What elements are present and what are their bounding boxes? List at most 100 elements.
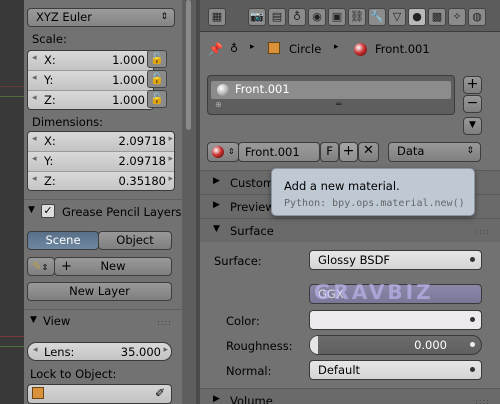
- constraints-tab-icon[interactable]: ⛓: [348, 8, 366, 26]
- eyedropper-icon[interactable]: ✐: [155, 386, 165, 400]
- grease-pencil-panel-header[interactable]: ▼ ✓ Grease Pencil Layers: [24, 199, 182, 223]
- new-grease-pencil-button[interactable]: + New: [54, 257, 172, 276]
- scale-group: ◂ X: 1.000 ▸ ◂ Y: 1.000 ▸ ◂ Z: 1.000 ▸: [27, 50, 154, 110]
- drag-grip-icon[interactable]: ::::: [157, 318, 172, 327]
- pencil-icon: ✎: [32, 259, 42, 273]
- updown-arrows-icon: ⇕: [160, 12, 168, 22]
- lock-icon[interactable]: 🔓: [147, 70, 167, 88]
- modifiers-tab-icon[interactable]: 🔧: [368, 8, 386, 26]
- scale-z-value: 1.000: [112, 93, 145, 107]
- updown-arrows-icon: ⇕: [228, 147, 235, 156]
- render-tab-icon[interactable]: 📷: [248, 8, 266, 26]
- viewport-axis-line: [0, 96, 24, 97]
- color-swatch[interactable]: [309, 310, 482, 330]
- properties-context-tabs: ▦ 📷 ▤ ♁ ◉ ▣ ⛓ 🔧 ▽ ● ▩ ✧ ◍: [200, 0, 500, 32]
- dimension-x-label: X:: [44, 134, 56, 148]
- object-tab-icon[interactable]: ▣: [328, 8, 346, 26]
- material-sphere-icon: [212, 146, 224, 158]
- object-button[interactable]: Object: [98, 231, 172, 250]
- lens-label: Lens:: [44, 345, 75, 359]
- color-label: Color:: [226, 314, 260, 328]
- preview-panel-title: Preview: [230, 200, 275, 214]
- dimension-x-field[interactable]: ◂ X: 2.09718 ▸: [28, 132, 174, 152]
- expand-list-icon[interactable]: ⊕: [215, 100, 222, 109]
- particles-tab-icon[interactable]: ✧: [448, 8, 466, 26]
- lock-icon[interactable]: 🔓: [147, 50, 167, 68]
- viewport-edge: [0, 0, 24, 404]
- volume-panel-header[interactable]: ▶ Volume ::::: [200, 388, 500, 404]
- material-name-field[interactable]: Front.001: [238, 142, 320, 162]
- new-layer-button[interactable]: New Layer: [27, 282, 172, 301]
- material-slot-name: Front.001: [235, 82, 290, 96]
- dimension-x-value: 2.09718: [118, 134, 166, 148]
- view-panel-header[interactable]: ▼ View ::::: [24, 309, 182, 333]
- slot-specials-menu[interactable]: ▼: [463, 117, 482, 135]
- surface-shader-field[interactable]: Glossy BSDF: [309, 250, 482, 270]
- fake-user-button[interactable]: F: [320, 142, 339, 162]
- expand-triangle-icon: ▶: [213, 394, 220, 404]
- resize-grip-icon[interactable]: ═: [336, 100, 341, 110]
- scale-x-field[interactable]: ◂ X: 1.000 ▸: [28, 51, 153, 71]
- world-tab-icon[interactable]: ◉: [308, 8, 326, 26]
- decrement-arrow-icon: ◂: [32, 73, 37, 83]
- physics-tab-icon[interactable]: ◍: [468, 8, 486, 26]
- remove-slot-button[interactable]: −: [463, 95, 482, 113]
- link-mode-dropdown[interactable]: Data ⇕: [388, 142, 481, 162]
- breadcrumb-arrow-icon: ▸: [250, 42, 255, 52]
- dimension-z-field[interactable]: ◂ Z: 0.35180 ▸: [28, 172, 174, 190]
- surface-panel-header[interactable]: ▼ Surface ::::: [200, 218, 500, 242]
- material-sphere-icon: [217, 84, 229, 96]
- expand-triangle-icon: ▶: [213, 200, 220, 210]
- properties-sidebar: XYZ Euler ⇕ Scale: ◂ X: 1.000 ▸ ◂ Y: 1.0…: [24, 0, 182, 404]
- grease-pencil-brush-selector[interactable]: ✎⇕: [27, 257, 55, 276]
- material-tab-icon[interactable]: ●: [408, 8, 426, 26]
- editor-type-icon[interactable]: ▦: [208, 8, 226, 26]
- sidebar-scrollbar[interactable]: [182, 0, 196, 404]
- tooltip: Add a new material. Python: bpy.ops.mate…: [271, 168, 475, 216]
- node-socket-icon: [470, 257, 475, 262]
- updown-arrows-icon: ⇕: [466, 146, 474, 156]
- view-title: View: [43, 314, 71, 328]
- add-slot-button[interactable]: +: [463, 76, 482, 94]
- watermark-text: GRAVBIZ: [314, 280, 434, 304]
- texture-tab-icon[interactable]: ▩: [428, 8, 446, 26]
- dimension-y-field[interactable]: ◂ Y: 2.09718 ▸: [28, 152, 174, 172]
- lock-to-object-label: Lock to Object:: [30, 367, 117, 381]
- new-material-button[interactable]: +: [339, 142, 358, 162]
- expand-triangle-icon: ▶: [213, 176, 220, 186]
- lock-object-field[interactable]: ✐: [27, 384, 172, 404]
- scene-button[interactable]: Scene: [27, 231, 99, 250]
- render-layers-tab-icon[interactable]: ▤: [268, 8, 286, 26]
- surface-panel-title: Surface: [230, 224, 274, 238]
- new-button-label: New: [100, 259, 126, 273]
- normal-field[interactable]: Default: [309, 360, 482, 380]
- material-slot-list: Front.001 ⊕ ═: [207, 75, 455, 115]
- drag-grip-icon[interactable]: ::::: [475, 227, 490, 236]
- increment-arrow-icon: ▸: [163, 345, 168, 355]
- material-browse-button[interactable]: ⇕: [207, 142, 239, 162]
- pin-icon[interactable]: 📌: [208, 42, 223, 56]
- grease-pencil-checkbox[interactable]: ✓: [41, 204, 55, 218]
- data-tab-icon[interactable]: ▽: [388, 8, 406, 26]
- rotation-mode-dropdown[interactable]: XYZ Euler ⇕: [27, 8, 175, 27]
- object-cube-icon: [32, 387, 44, 399]
- decrement-arrow-icon: ◂: [32, 174, 37, 184]
- unlink-material-button[interactable]: ✕: [358, 142, 379, 162]
- drag-grip-icon[interactable]: ::::: [475, 397, 490, 404]
- roughness-fill: [310, 336, 318, 354]
- material-slot-item[interactable]: Front.001: [211, 81, 451, 99]
- scale-y-field[interactable]: ◂ Y: 1.000 ▸: [28, 71, 153, 91]
- scale-z-field[interactable]: ◂ Z: 1.000 ▸: [28, 91, 153, 109]
- normal-label: Normal:: [226, 364, 272, 378]
- lens-field[interactable]: ◂ Lens: 35.000 ▸: [27, 342, 172, 361]
- node-socket-icon: [470, 317, 475, 322]
- increment-arrow-icon: ▸: [168, 154, 173, 164]
- dimensions-group: ◂ X: 2.09718 ▸ ◂ Y: 2.09718 ▸ ◂ Z: 0.351…: [27, 131, 175, 191]
- lock-icon[interactable]: 🔓: [147, 90, 167, 108]
- scale-x-value: 1.000: [112, 53, 145, 67]
- scale-label: Scale:: [32, 32, 67, 46]
- scene-tab-icon[interactable]: ♁: [288, 8, 306, 26]
- scrollbar-thumb[interactable]: [186, 0, 191, 130]
- roughness-slider[interactable]: 0.000: [309, 335, 482, 355]
- breadcrumb-material: Front.001: [375, 42, 430, 56]
